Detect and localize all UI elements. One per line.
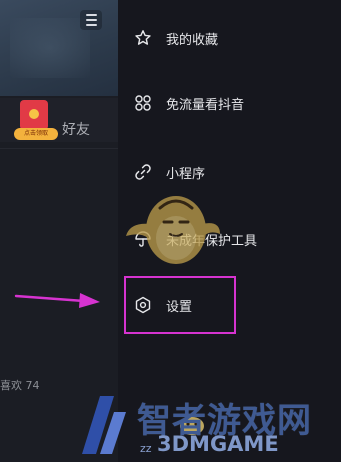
watermark-en-text: 3DMGAME: [157, 432, 279, 456]
pointer-arrow-icon: [14, 293, 100, 308]
link-icon: [135, 164, 151, 180]
likes-count-tab[interactable]: 喜欢 74: [0, 377, 40, 393]
settings-highlight-box: [124, 276, 236, 334]
menu-item-favorites[interactable]: 我的收藏: [118, 20, 341, 56]
menu-item-free-data[interactable]: 免流量看抖音: [118, 85, 341, 121]
watermark-prefix-text: zz: [140, 442, 152, 455]
hamburger-menu-icon[interactable]: [80, 10, 102, 30]
red-packet-tag: 点击领取: [14, 128, 58, 140]
divider: [0, 148, 118, 149]
menu-item-label: 我的收藏: [166, 33, 219, 48]
star-icon: [135, 30, 151, 45]
red-packet-icon[interactable]: 点击领取: [14, 100, 58, 142]
friend-label[interactable]: 好友: [62, 119, 90, 139]
mascot-watermark-icon: [126, 196, 220, 264]
menu-item-label: 免流量看抖音: [166, 98, 245, 113]
grid-icon: [135, 95, 151, 111]
